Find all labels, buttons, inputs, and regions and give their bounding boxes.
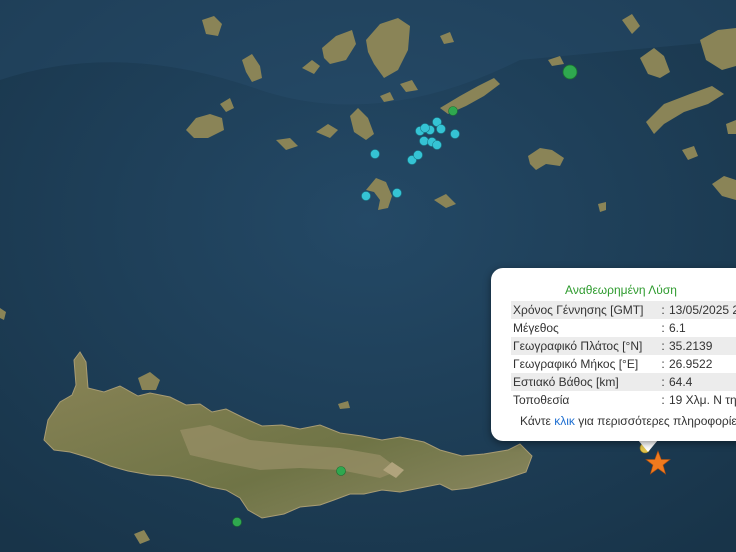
depth-label: Εστιακό Βάθος [km] — [511, 373, 657, 391]
latitude-label: Γεωγραφικό Πλάτος [°N] — [511, 337, 657, 355]
quake-marker[interactable] — [361, 191, 371, 201]
more-info-link[interactable]: κλικ — [554, 414, 575, 428]
more-info-prefix: Κάντε — [520, 414, 555, 428]
origin-time-label: Χρόνος Γέννησης [GMT] — [511, 301, 657, 319]
more-info-suffix: για περισσότερες πληροφορίες — [574, 414, 736, 428]
separator: : — [661, 393, 665, 407]
earthquake-info-popup: Αναθεωρημένη Λύση Χρόνος Γέννησης [GMT] … — [491, 268, 736, 441]
more-info-text: Κάντε κλικ για περισσότερες πληροφορίες — [520, 414, 736, 428]
latitude-value: 35.2139 — [667, 337, 736, 355]
popup-tail — [638, 440, 658, 452]
info-row-magnitude: Μέγεθος : 6.1 — [511, 319, 736, 337]
separator: : — [661, 321, 665, 335]
quake-marker[interactable] — [392, 188, 402, 198]
info-row-origin-time: Χρόνος Γέννησης [GMT] : 13/05/2025 22 — [511, 301, 736, 319]
quake-marker[interactable] — [432, 140, 442, 150]
info-row-depth: Εστιακό Βάθος [km] : 64.4 — [511, 373, 736, 391]
separator: : — [657, 301, 667, 319]
longitude-label: Γεωγραφικό Μήκος [°E] — [513, 357, 639, 371]
quake-marker[interactable] — [232, 517, 242, 527]
info-row-location: Τοποθεσία : 19 Χλμ. Ν της — [511, 391, 736, 409]
separator: : — [657, 337, 667, 355]
info-row-latitude: Γεωγραφικό Πλάτος [°N] : 35.2139 — [511, 337, 736, 355]
quake-marker[interactable] — [420, 123, 430, 133]
popup-title: Αναθεωρημένη Λύση — [565, 283, 677, 297]
origin-time-value: 13/05/2025 22 — [667, 301, 736, 319]
quake-marker[interactable] — [562, 64, 578, 80]
quake-marker[interactable] — [370, 149, 380, 159]
separator: : — [661, 357, 665, 371]
quake-marker[interactable] — [448, 106, 458, 116]
quake-marker[interactable] — [413, 150, 423, 160]
magnitude-label: Μέγεθος — [513, 321, 559, 335]
separator: : — [657, 373, 667, 391]
quake-marker[interactable] — [436, 124, 446, 134]
magnitude-value: 6.1 — [669, 321, 686, 335]
quake-marker[interactable] — [336, 466, 346, 476]
info-table: Χρόνος Γέννησης [GMT] : 13/05/2025 22 Μέ… — [511, 301, 736, 409]
location-value: 19 Χλμ. Ν της — [669, 393, 736, 407]
longitude-value: 26.9522 — [669, 357, 713, 371]
info-row-longitude: Γεωγραφικό Μήκος [°E] : 26.9522 — [511, 355, 736, 373]
location-label: Τοποθεσία — [513, 393, 570, 407]
quake-marker[interactable] — [419, 136, 429, 146]
quake-marker[interactable] — [450, 129, 460, 139]
depth-value: 64.4 — [667, 373, 736, 391]
